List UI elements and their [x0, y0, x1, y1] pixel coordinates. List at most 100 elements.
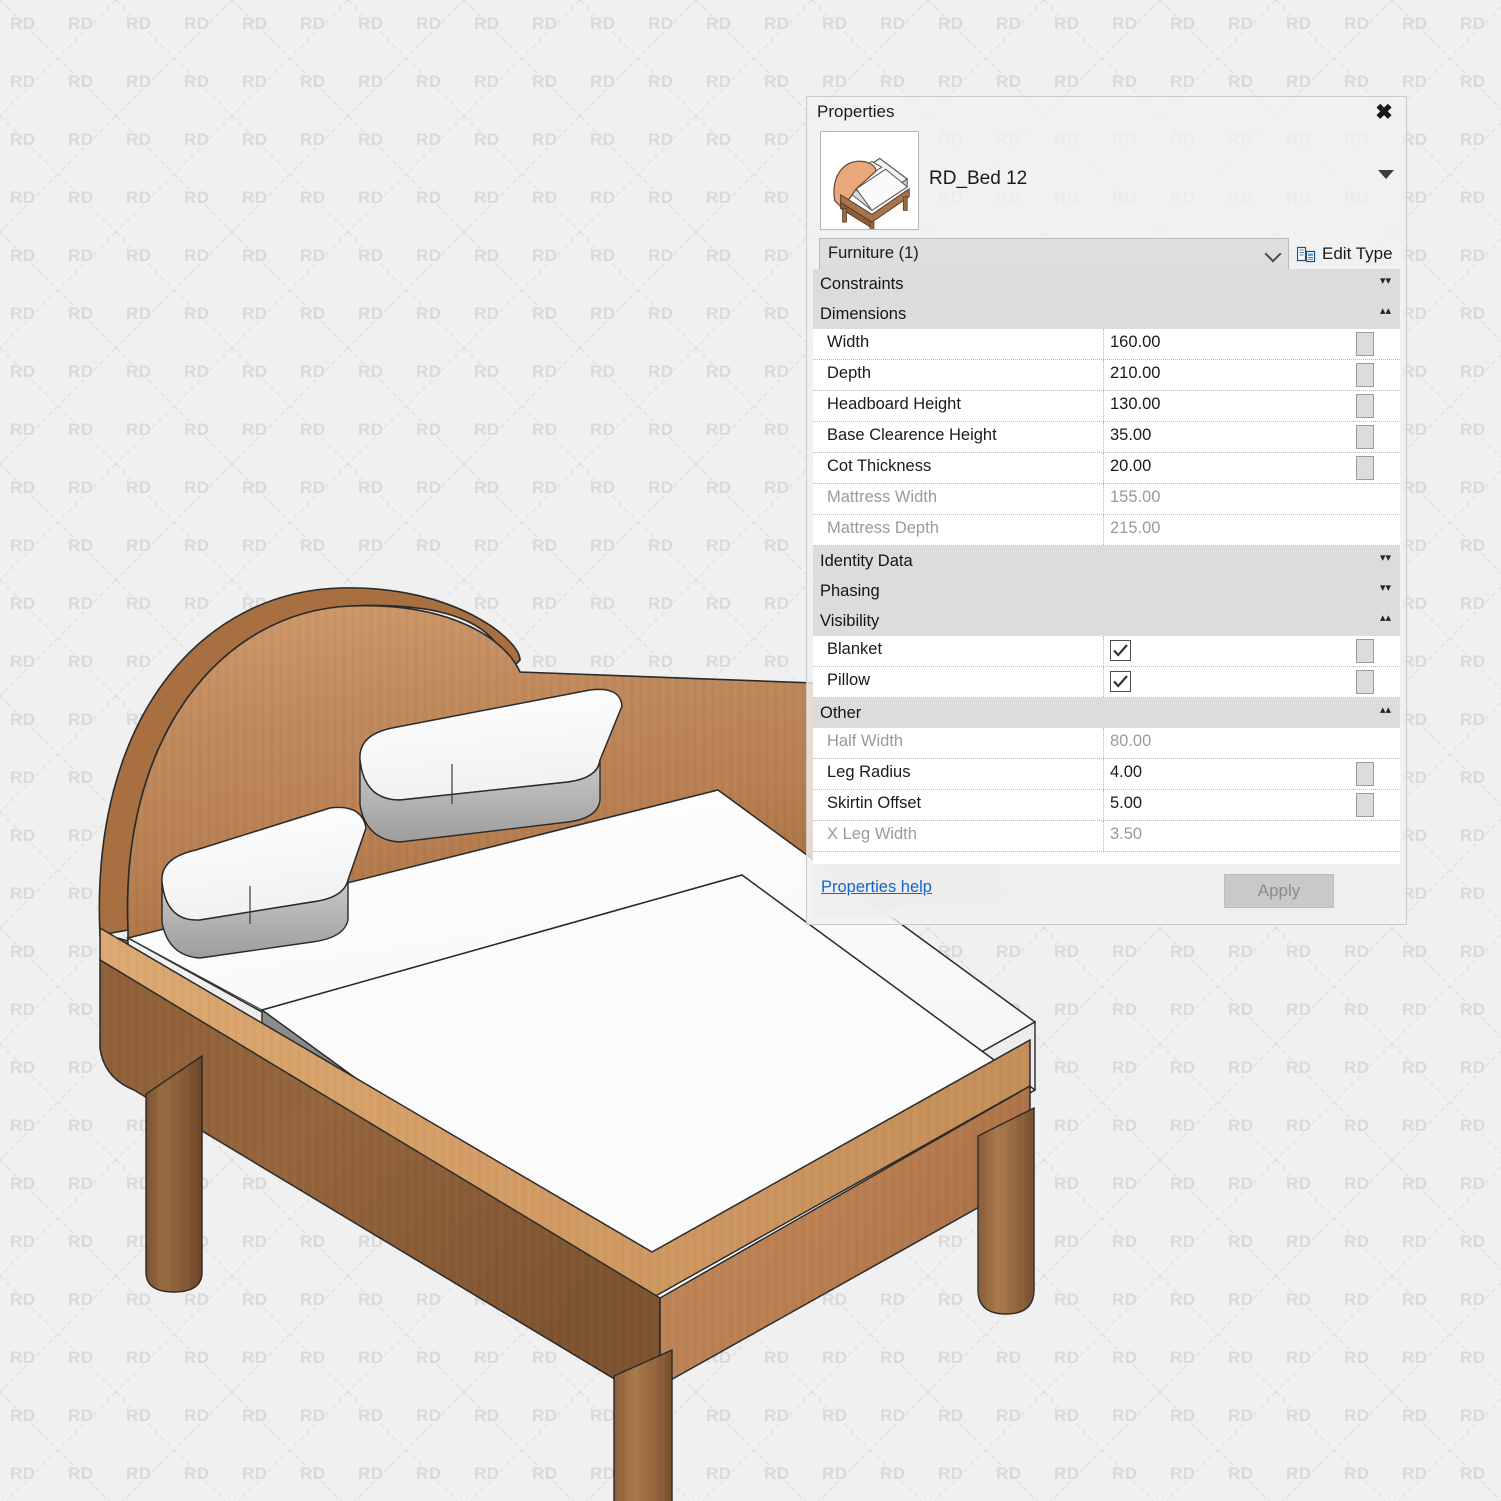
watermark-word: RD — [1286, 942, 1312, 961]
property-row[interactable]: Base Clearence Height 35.00 — [813, 422, 1400, 453]
watermark-word: RD — [1286, 1348, 1312, 1367]
property-value-cell[interactable]: 4.00 — [1103, 759, 1376, 789]
parameter-association-button[interactable] — [1356, 425, 1374, 449]
group-header-identity-data[interactable]: Identity Data ▾▾ — [813, 546, 1400, 576]
watermark-word: RD — [1286, 1174, 1312, 1193]
watermark-word: RD — [1460, 1174, 1486, 1193]
watermark-word: RD — [1112, 1464, 1138, 1483]
close-icon[interactable]: ✖ — [1370, 99, 1398, 125]
property-row[interactable]: Cot Thickness 20.00 — [813, 453, 1400, 484]
watermark-word: RD — [1228, 1464, 1254, 1483]
property-value-cell[interactable]: 35.00 — [1103, 422, 1376, 452]
property-row[interactable]: Leg Radius 4.00 — [813, 759, 1400, 790]
watermark-word: RD — [1344, 1464, 1370, 1483]
double-chevron-down-icon[interactable]: ▾▾ — [1379, 582, 1392, 598]
group-header-constraints[interactable]: Constraints ▾▾ — [813, 269, 1400, 299]
property-name: Headboard Height — [827, 395, 961, 413]
chevron-down-icon[interactable] — [1378, 170, 1394, 179]
property-value-cell[interactable] — [1103, 636, 1376, 666]
property-row[interactable]: Depth 210.00 — [813, 360, 1400, 391]
watermark-word: RD — [1460, 594, 1486, 613]
parameter-association-button[interactable] — [1356, 670, 1374, 694]
properties-help-link[interactable]: Properties help — [821, 878, 932, 897]
property-row[interactable]: Mattress Depth 215.00 — [813, 515, 1400, 546]
group-header-dimensions[interactable]: Dimensions ▴▴ — [813, 299, 1400, 329]
watermark-word: RD — [1460, 1116, 1486, 1135]
watermark-word: RD — [1460, 362, 1486, 381]
property-value-cell[interactable]: 155.00 — [1103, 484, 1376, 514]
properties-rows[interactable]: Constraints ▾▾ Dimensions ▴▴ Width 160.00 Dept… — [813, 269, 1400, 864]
property-value-cell[interactable]: 130.00 — [1103, 391, 1376, 421]
property-value-cell[interactable]: 20.00 — [1103, 453, 1376, 483]
edit-type-label: Edit Type — [1322, 244, 1393, 263]
watermark-word: RD — [1112, 14, 1138, 33]
property-row[interactable]: Mattress Width 155.00 — [813, 484, 1400, 515]
property-row[interactable]: Pillow — [813, 667, 1400, 698]
group-header-visibility[interactable]: Visibility ▴▴ — [813, 606, 1400, 636]
property-value-cell[interactable] — [1103, 667, 1376, 697]
double-chevron-down-icon[interactable]: ▾▾ — [1379, 275, 1392, 291]
property-row[interactable]: Half Width 80.00 — [813, 728, 1400, 759]
watermark-word: RD — [1460, 1348, 1486, 1367]
watermark-word: RD — [1286, 1232, 1312, 1251]
property-value-cell[interactable]: 80.00 — [1103, 728, 1376, 758]
property-checkbox[interactable] — [1110, 671, 1131, 692]
property-row[interactable]: Skirtin Offset 5.00 — [813, 790, 1400, 821]
property-row[interactable]: X Leg Width 3.50 — [813, 821, 1400, 852]
parameter-association-button[interactable] — [1356, 394, 1374, 418]
property-row[interactable]: Width 160.00 — [813, 329, 1400, 360]
watermark-word: RD — [1460, 652, 1486, 671]
watermark-word: RD — [1344, 1348, 1370, 1367]
group-label: Dimensions — [820, 304, 907, 323]
panel-footer: Properties help Apply — [813, 864, 1400, 918]
property-value-cell[interactable]: 160.00 — [1103, 329, 1376, 359]
double-chevron-up-icon[interactable]: ▴▴ — [1379, 612, 1392, 628]
category-row: Furniture (1) Edit Type — [807, 238, 1406, 272]
properties-palette[interactable]: Properties ✖ RD_Bed 12 Furniture (1) Edi… — [806, 96, 1407, 925]
watermark-word: RD — [1460, 1464, 1486, 1483]
watermark-word: RD — [1112, 1116, 1138, 1135]
watermark-word: RD — [1112, 1058, 1138, 1077]
watermark-word: RD — [1344, 942, 1370, 961]
property-value: 3.50 — [1110, 825, 1143, 843]
bed-leg-center — [613, 1348, 673, 1501]
property-checkbox[interactable] — [1110, 640, 1131, 661]
parameter-association-button[interactable] — [1356, 332, 1374, 356]
double-chevron-up-icon[interactable]: ▴▴ — [1379, 704, 1392, 720]
watermark-word: RD — [1112, 1290, 1138, 1309]
watermark-word: RD — [1460, 536, 1486, 555]
rows-blank-area — [813, 852, 1400, 864]
group-label: Other — [820, 703, 862, 722]
watermark-word: RD — [1344, 1000, 1370, 1019]
watermark-word: RD — [1228, 14, 1254, 33]
group-header-phasing[interactable]: Phasing ▾▾ — [813, 576, 1400, 606]
parameter-association-button[interactable] — [1356, 456, 1374, 480]
watermark-word: RD — [1286, 1406, 1312, 1425]
parameter-association-button[interactable] — [1356, 793, 1374, 817]
watermark-word: RD — [1228, 1232, 1254, 1251]
parameter-association-button[interactable] — [1356, 363, 1374, 387]
watermark-word: RD — [1286, 1290, 1312, 1309]
property-value-cell[interactable]: 210.00 — [1103, 360, 1376, 390]
watermark-word: RD — [1170, 14, 1196, 33]
watermark-word: RD — [1228, 72, 1254, 91]
double-chevron-down-icon[interactable]: ▾▾ — [1379, 552, 1392, 568]
watermark-word: RD — [1402, 14, 1428, 33]
parameter-association-button[interactable] — [1356, 762, 1374, 786]
property-value-cell[interactable]: 3.50 — [1103, 821, 1376, 851]
category-select[interactable]: Furniture (1) — [819, 238, 1289, 270]
watermark-word: RD — [1228, 1000, 1254, 1019]
watermark-word: RD — [1460, 420, 1486, 439]
property-row[interactable]: Headboard Height 130.00 — [813, 391, 1400, 422]
parameter-association-button[interactable] — [1356, 639, 1374, 663]
edit-type-button[interactable]: Edit Type — [1297, 240, 1393, 268]
apply-button[interactable]: Apply — [1224, 874, 1334, 908]
watermark-word: RD — [1460, 1406, 1486, 1425]
watermark-word: RD — [1402, 72, 1428, 91]
property-value-cell[interactable]: 5.00 — [1103, 790, 1376, 820]
group-header-other[interactable]: Other ▴▴ — [813, 698, 1400, 728]
property-value-cell[interactable]: 215.00 — [1103, 515, 1376, 545]
double-chevron-up-icon[interactable]: ▴▴ — [1379, 305, 1392, 321]
property-row[interactable]: Blanket — [813, 636, 1400, 667]
watermark-word: RD — [1460, 1290, 1486, 1309]
